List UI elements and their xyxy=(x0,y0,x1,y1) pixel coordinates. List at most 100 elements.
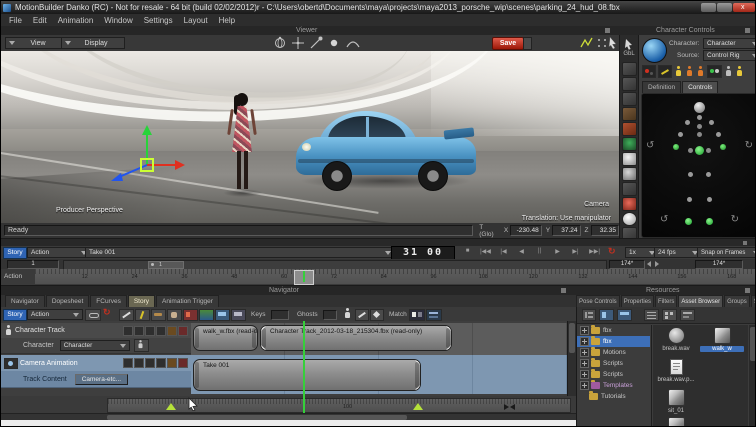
close-button[interactable]: x xyxy=(733,3,755,12)
folder-motions[interactable]: Motions xyxy=(577,347,650,358)
track-toggle[interactable] xyxy=(145,325,155,336)
minimize-button[interactable] xyxy=(701,3,716,12)
step-back-button[interactable]: ◀ xyxy=(513,248,530,255)
navigator-pin-icon[interactable] xyxy=(561,288,566,293)
folder-scripts[interactable]: Scripts xyxy=(577,358,650,369)
clip-handle[interactable] xyxy=(415,360,420,365)
track-toggle[interactable] xyxy=(123,358,133,368)
tab-animation-trigger[interactable]: Animation Trigger xyxy=(156,295,219,307)
cursor-tool-icon[interactable] xyxy=(623,38,636,50)
action-ruler[interactable]: 12 24 36 48 60 72 84 96 108 120 132 144 … xyxy=(35,269,755,285)
retarget-icon[interactable] xyxy=(724,66,733,77)
tab-groups[interactable]: Groups xyxy=(724,295,750,307)
tree-view-icon[interactable] xyxy=(582,309,596,321)
rig-foot-effector[interactable] xyxy=(706,218,713,225)
viewport[interactable]: Producer Perspective Camera Translation:… xyxy=(1,51,619,223)
expander-icon[interactable] xyxy=(580,326,589,335)
control-rig-view[interactable]: ↺ ↻ ↺ ↻ xyxy=(641,93,755,238)
character-track-header[interactable]: Character Track xyxy=(1,323,191,339)
shaded-mode-icon[interactable] xyxy=(621,152,637,166)
fcurve-icon[interactable] xyxy=(579,36,595,50)
scene-icon[interactable] xyxy=(199,309,214,321)
stance-pose-icon[interactable] xyxy=(674,66,683,77)
paint-weights-icon[interactable] xyxy=(621,197,637,211)
x-value-field[interactable]: -230.48 xyxy=(510,225,542,236)
tab-pose-controls[interactable]: Pose Controls xyxy=(576,295,620,307)
keys-field[interactable] xyxy=(271,310,289,320)
menu-file[interactable]: File xyxy=(9,16,22,25)
active-character-icon[interactable] xyxy=(735,66,744,77)
loop-record-icon[interactable]: ↻ xyxy=(608,246,616,257)
go-to-start-button[interactable]: |◀◀ xyxy=(477,248,494,255)
menu-help[interactable]: Help xyxy=(219,16,235,25)
scale-tool-icon[interactable] xyxy=(621,92,637,106)
track-toggle[interactable] xyxy=(134,325,144,336)
tree-grid-divider[interactable] xyxy=(651,325,652,426)
display-dropdown[interactable]: Display xyxy=(61,37,125,49)
tab-sets[interactable]: Set xyxy=(750,295,755,307)
scrollbar-thumb[interactable] xyxy=(750,327,755,361)
track-mute-toggle[interactable] xyxy=(178,325,188,336)
detail-view-icon[interactable] xyxy=(680,309,695,321)
loop-end-marker[interactable] xyxy=(504,404,509,410)
range-step-left-icon[interactable] xyxy=(647,261,651,267)
range-step-right-icon[interactable] xyxy=(655,261,659,267)
story-playhead-line[interactable] xyxy=(303,321,305,413)
viewer-pin-icon[interactable] xyxy=(605,28,610,33)
arc-tool-icon[interactable] xyxy=(345,36,361,50)
story-mode-button[interactable]: Story xyxy=(3,309,27,321)
range-end-field[interactable]: 174* xyxy=(609,260,645,269)
tab-controls[interactable]: Controls xyxy=(682,81,719,93)
rig-hips-effector[interactable] xyxy=(695,146,704,155)
rig-hand-effector[interactable] xyxy=(673,144,679,150)
pause-button[interactable]: || xyxy=(531,248,548,254)
rotate-left-icon[interactable]: ↺ xyxy=(660,214,668,225)
rig-spine-node[interactable] xyxy=(697,124,702,129)
move-clip-icon[interactable] xyxy=(151,309,166,321)
rig-hip-node[interactable] xyxy=(688,148,693,153)
menu-animation[interactable]: Animation xyxy=(58,16,94,25)
folder-templates[interactable]: Templates xyxy=(577,380,650,391)
folder-fbx[interactable]: fbx xyxy=(577,325,650,336)
tab-dopesheet[interactable]: Dopesheet xyxy=(45,295,90,307)
clip-handle[interactable] xyxy=(415,385,420,390)
ghost-walk-icon[interactable] xyxy=(343,308,352,319)
z-value-field[interactable]: 32.35 xyxy=(590,225,619,236)
asset-walk-w[interactable]: walk_w xyxy=(700,327,744,352)
cc-pin-icon[interactable] xyxy=(745,28,750,33)
menu-edit[interactable]: Edit xyxy=(33,16,47,25)
take-dropdown[interactable]: Take 001 xyxy=(85,247,395,258)
expander-icon[interactable] xyxy=(580,337,589,346)
play-button[interactable]: ▶ xyxy=(549,248,566,255)
ghost-pencil-icon[interactable] xyxy=(355,309,369,321)
razor-icon[interactable] xyxy=(135,309,150,321)
expander-icon[interactable] xyxy=(580,370,589,379)
rig-hip-node[interactable] xyxy=(706,148,711,153)
maximize-button[interactable] xyxy=(717,3,732,12)
home-view-icon[interactable] xyxy=(621,122,637,136)
hand-icon[interactable] xyxy=(167,309,182,321)
thumbnail-view-icon[interactable] xyxy=(662,309,677,321)
story-ruler[interactable]: 100 xyxy=(107,397,571,413)
menu-layout[interactable]: Layout xyxy=(184,16,208,25)
story-vertical-scrollbar[interactable] xyxy=(567,321,576,396)
tab-story[interactable]: Story xyxy=(127,295,156,307)
clip-handle[interactable] xyxy=(261,326,266,331)
snap-dropdown[interactable]: Snap on Frames xyxy=(697,247,755,258)
character-assign-icon[interactable] xyxy=(133,339,149,352)
rig-foot-effector[interactable] xyxy=(685,218,692,225)
character-rep-icon[interactable] xyxy=(642,38,667,63)
cursor-mode-icon[interactable] xyxy=(607,36,619,50)
select-tool-icon[interactable] xyxy=(327,36,342,50)
curve-display-icon[interactable] xyxy=(621,182,637,196)
asset-grid-scrollbar[interactable] xyxy=(749,325,755,426)
save-options-button[interactable] xyxy=(523,37,532,50)
loop-end-marker[interactable] xyxy=(510,404,515,410)
story-clip-character-track[interactable]: Character Track_2012-03-18_215304.fbx (r… xyxy=(260,325,452,351)
wireframe-mode-icon[interactable] xyxy=(621,167,637,181)
camera-track-header[interactable]: Camera Animation xyxy=(1,355,191,372)
rig-neck-node[interactable] xyxy=(697,115,702,120)
brush-tool-icon[interactable] xyxy=(621,107,637,121)
clip-handle[interactable] xyxy=(446,345,451,350)
rotate-right-icon[interactable]: ↻ xyxy=(745,140,753,151)
